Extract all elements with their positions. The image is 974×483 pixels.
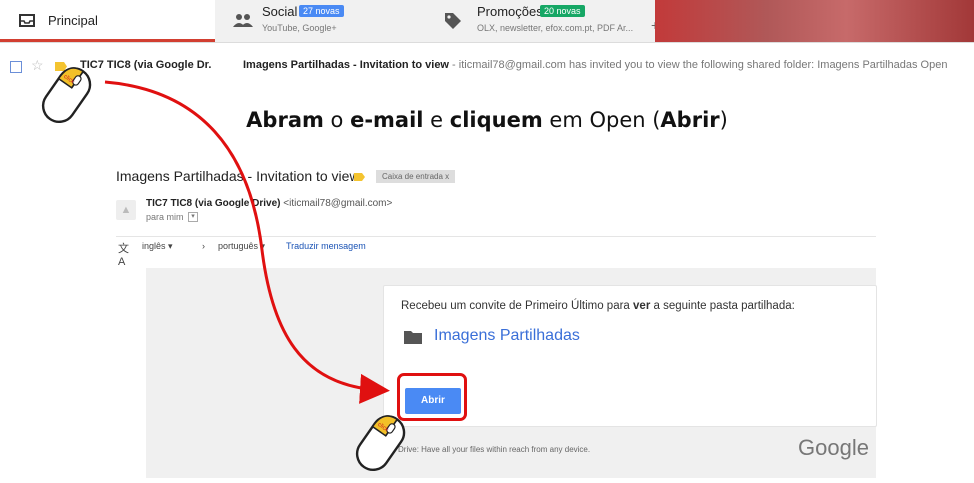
mouse-click-icon: click: [41, 67, 92, 124]
mouse-click-icon: click: [355, 415, 406, 472]
pointer-arrow: [104, 80, 390, 404]
